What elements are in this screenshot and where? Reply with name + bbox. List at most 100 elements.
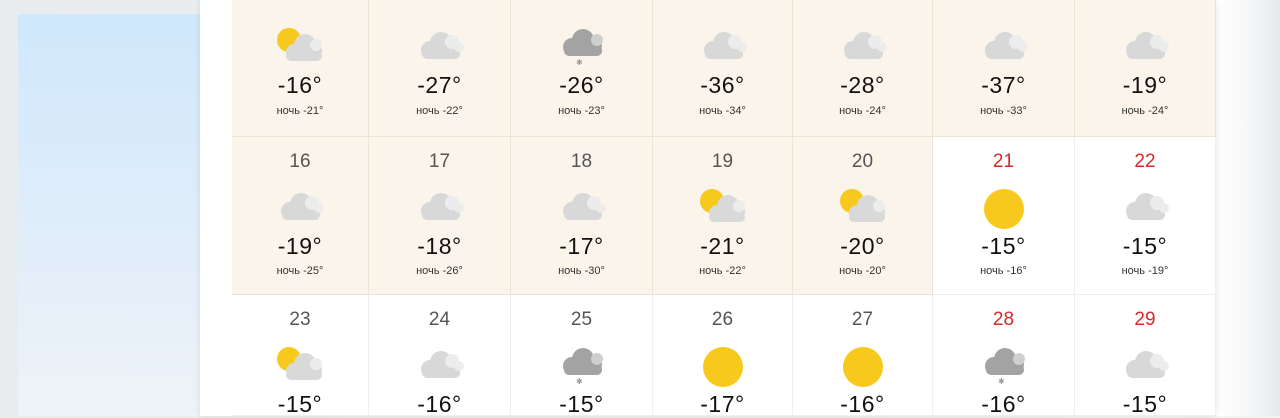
- sun-cloud-icon: [277, 347, 322, 380]
- night-temperature: ночь -24°: [1121, 105, 1169, 117]
- day-temperature: -28°: [840, 72, 885, 98]
- svg-text:✱: ✱: [576, 58, 583, 66]
- day-number: 21: [992, 151, 1015, 172]
- weather-icon-wrap: [835, 26, 891, 66]
- cloud-snow-icon: ✱: [984, 348, 1025, 385]
- cloud-icon: [420, 32, 464, 59]
- day-number: 16: [289, 151, 311, 172]
- day-cell[interactable]: 22 -15° ночь -19°: [1075, 137, 1216, 295]
- svg-text:✱: ✱: [576, 377, 583, 385]
- day-cell[interactable]: -28° ночь -24°: [793, 0, 933, 137]
- day-temperature: -17°: [700, 391, 745, 417]
- cloud-icon: [843, 32, 887, 59]
- sun-icon: [842, 347, 883, 387]
- day-cell[interactable]: 28 ✱ -16°: [933, 295, 1075, 417]
- weather-icon-wrap: [976, 26, 1032, 66]
- weather-icon-wrap: [272, 26, 328, 66]
- day-number: 29: [1134, 309, 1156, 330]
- cloud-icon: [281, 193, 324, 220]
- day-temperature: -16°: [981, 391, 1026, 417]
- day-temperature: -17°: [559, 233, 604, 259]
- cloud-icon: [562, 193, 606, 220]
- day-number: 18: [570, 151, 593, 172]
- weather-icon-wrap: [976, 187, 1032, 229]
- day-cell[interactable]: 20 -20° ночь -20°: [793, 137, 933, 295]
- day-temperature: -27°: [417, 72, 462, 98]
- cloud-icon: [703, 32, 747, 59]
- day-temperature: -15°: [1122, 233, 1168, 259]
- day-number: 26: [711, 309, 734, 330]
- day-cell[interactable]: 19 -21° ночь -22°: [653, 137, 793, 295]
- sun-cloud-icon: [277, 28, 322, 61]
- day-temperature: -19°: [277, 233, 323, 259]
- weather-icon-wrap: [695, 26, 751, 66]
- day-number: 23: [289, 309, 311, 330]
- day-temperature: -26°: [559, 72, 604, 98]
- sun-icon: [983, 189, 1024, 229]
- cloud-icon: [420, 351, 464, 378]
- night-temperature: ночь -25°: [276, 265, 324, 277]
- day-number: 28: [992, 309, 1015, 330]
- weather-icon-wrap: ✱: [554, 26, 610, 66]
- day-temperature: -20°: [840, 233, 885, 259]
- weather-icon-wrap: [835, 345, 891, 387]
- day-temperature: -15°: [277, 391, 323, 417]
- night-temperature: ночь -16°: [980, 265, 1027, 277]
- day-temperature: -19°: [1122, 72, 1168, 98]
- night-temperature: ночь -24°: [839, 105, 886, 117]
- sun-cloud-icon: [839, 189, 885, 222]
- day-cell[interactable]: 25 ✱ -15°: [511, 295, 653, 417]
- weather-icon-wrap: [1117, 26, 1173, 66]
- weather-icon-wrap: [272, 187, 328, 227]
- weather-calendar-grid: -16° ночь -21° -27° ночь -22° ✱ -26° ночь -…: [232, 0, 1216, 417]
- day-cell[interactable]: 29 -15°: [1075, 295, 1216, 417]
- day-temperature: -15°: [559, 391, 604, 417]
- day-cell[interactable]: 23 -15°: [232, 295, 369, 417]
- day-cell[interactable]: 17 -18° ночь -26°: [369, 137, 511, 295]
- sun-icon: [702, 347, 743, 387]
- day-cell[interactable]: 24 -16°: [369, 295, 511, 417]
- night-temperature: ночь -33°: [980, 105, 1027, 117]
- weather-icon-wrap: ✱: [554, 345, 610, 385]
- day-temperature: -21°: [700, 233, 745, 259]
- weather-icon-wrap: [412, 345, 468, 385]
- day-number: 24: [428, 309, 451, 330]
- day-cell[interactable]: -16° ночь -21°: [232, 0, 369, 137]
- day-cell[interactable]: 26 -17°: [653, 295, 793, 417]
- day-cell[interactable]: 21 -15° ночь -16°: [933, 137, 1075, 295]
- cloud-icon: [1126, 32, 1169, 59]
- day-cell[interactable]: ✱ -26° ночь -23°: [511, 0, 653, 137]
- day-cell[interactable]: -37° ночь -33°: [933, 0, 1075, 137]
- weather-icon-wrap: ✱: [976, 345, 1032, 385]
- day-number: 20: [851, 151, 874, 172]
- day-temperature: -36°: [700, 72, 745, 98]
- svg-text:✱: ✱: [998, 377, 1005, 385]
- day-cell[interactable]: -19° ночь -24°: [1075, 0, 1216, 137]
- weather-icon-wrap: [1117, 187, 1173, 227]
- day-cell[interactable]: 27 -16°: [793, 295, 933, 417]
- day-number: 17: [428, 151, 451, 172]
- sun-cloud-icon: [699, 189, 745, 222]
- weather-icon-wrap: [695, 187, 751, 227]
- day-number: 19: [711, 151, 734, 172]
- day-temperature: -15°: [981, 233, 1026, 259]
- night-temperature: ночь -22°: [699, 265, 746, 277]
- night-temperature: ночь -22°: [416, 105, 463, 117]
- day-cell[interactable]: -36° ночь -34°: [653, 0, 793, 137]
- night-temperature: ночь -26°: [416, 265, 463, 277]
- day-temperature: -16°: [840, 391, 885, 417]
- day-cell[interactable]: 16 -19° ночь -25°: [232, 137, 369, 295]
- cloud-snow-icon: ✱: [562, 348, 603, 385]
- day-temperature: -16°: [277, 72, 323, 98]
- day-cell[interactable]: 18 -17° ночь -30°: [511, 137, 653, 295]
- day-number: 22: [1134, 151, 1156, 172]
- night-temperature: ночь -30°: [558, 265, 605, 277]
- cloud-snow-icon: ✱: [562, 29, 603, 66]
- weather-icon-wrap: [412, 26, 468, 66]
- cloud-icon: [1126, 351, 1169, 378]
- cloud-icon: [1126, 193, 1169, 220]
- night-temperature: ночь -34°: [699, 105, 746, 117]
- day-cell[interactable]: -27° ночь -22°: [369, 0, 511, 137]
- weather-icon-wrap: [272, 345, 328, 385]
- weather-icon-wrap: [835, 187, 891, 227]
